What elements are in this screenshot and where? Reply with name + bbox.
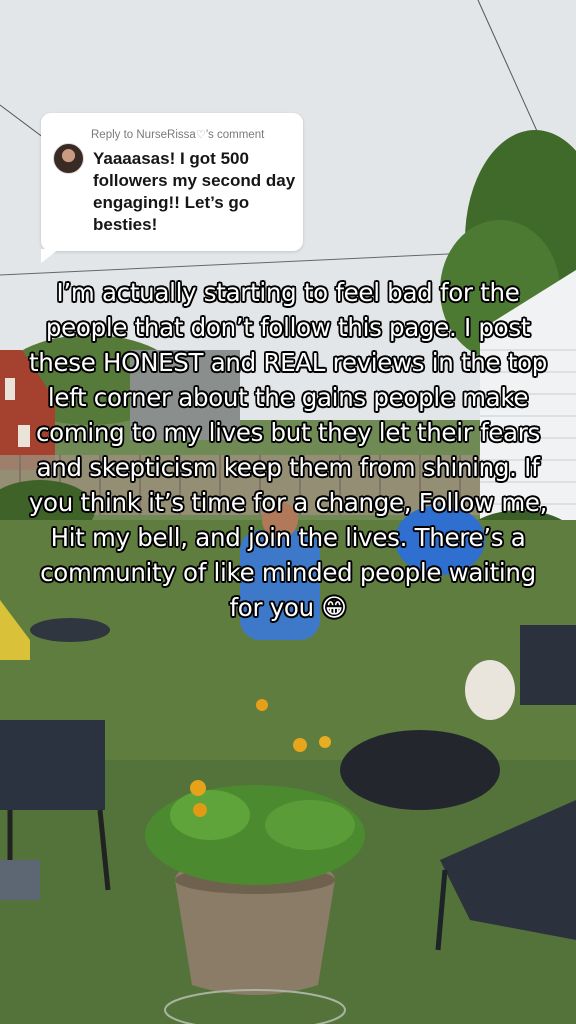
- flower: [193, 803, 207, 817]
- patio-chair-back: [520, 625, 576, 705]
- reply-comment-text: Yaaaasas! I got 500 followers my second …: [93, 149, 296, 234]
- reply-to-suffix: ’s comment: [205, 129, 265, 141]
- plant-leaves: [170, 790, 250, 840]
- flower: [293, 738, 307, 752]
- stepping-stone: [0, 860, 40, 900]
- reply-header: Reply to NurseRissa♡’s comment: [91, 128, 301, 141]
- plant-leaves: [265, 800, 355, 850]
- flower: [190, 780, 206, 796]
- commenter-avatar[interactable]: [53, 143, 84, 174]
- flower: [256, 699, 268, 711]
- reply-comment-card[interactable]: Reply to NurseRissa♡’s comment Yaaaasas!…: [41, 113, 303, 263]
- video-caption: I’m actually starting to feel bad for th…: [28, 278, 548, 622]
- reply-to-label: Reply to NurseRissa: [91, 129, 196, 141]
- patio-chair: [0, 720, 105, 810]
- white-planter: [465, 660, 515, 720]
- patio-table: [340, 730, 500, 810]
- house-window: [5, 378, 15, 400]
- stethoscope-heart-icon: ♡: [195, 129, 206, 141]
- flower: [319, 736, 331, 748]
